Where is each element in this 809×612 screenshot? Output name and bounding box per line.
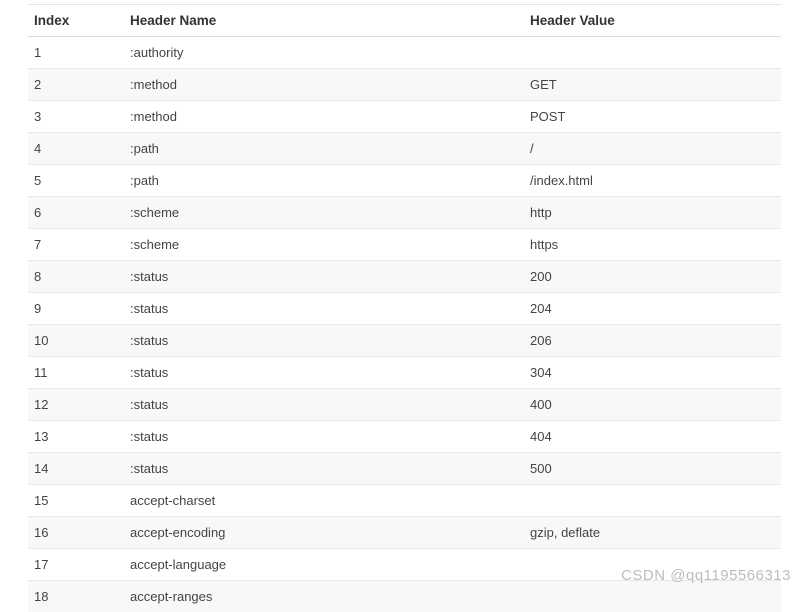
cell-index: 6 (28, 197, 124, 229)
table-row: 14:status500 (28, 453, 781, 485)
cell-index: 13 (28, 421, 124, 453)
table-row: 8:status200 (28, 261, 781, 293)
col-name: Header Name (124, 5, 524, 37)
col-value: Header Value (524, 5, 781, 37)
cell-index: 18 (28, 581, 124, 612)
table-body: 1:authority2:methodGET3:methodPOST4:path… (28, 37, 781, 612)
cell-header-value (524, 485, 781, 517)
cell-header-name: :path (124, 133, 524, 165)
table-row: 3:methodPOST (28, 101, 781, 133)
cell-header-name: :status (124, 325, 524, 357)
cell-index: 14 (28, 453, 124, 485)
table-row: 6:schemehttp (28, 197, 781, 229)
cell-header-value (524, 549, 781, 581)
cell-header-value: GET (524, 69, 781, 101)
cell-header-name: :status (124, 293, 524, 325)
table-row: 5:path/index.html (28, 165, 781, 197)
table-row: 17accept-language (28, 549, 781, 581)
header-table: Index Header Name Header Value 1:authori… (28, 4, 781, 612)
cell-header-value: 304 (524, 357, 781, 389)
cell-header-value: 404 (524, 421, 781, 453)
cell-index: 7 (28, 229, 124, 261)
table-row: 4:path/ (28, 133, 781, 165)
cell-index: 9 (28, 293, 124, 325)
table-row: 13:status404 (28, 421, 781, 453)
cell-header-value (524, 581, 781, 612)
cell-header-value: POST (524, 101, 781, 133)
table-row: 1:authority (28, 37, 781, 69)
cell-header-value: 400 (524, 389, 781, 421)
static-header-table: Index Header Name Header Value 1:authori… (0, 0, 809, 612)
cell-header-name: :scheme (124, 229, 524, 261)
table-row: 2:methodGET (28, 69, 781, 101)
table-row: 15accept-charset (28, 485, 781, 517)
cell-header-name: :method (124, 69, 524, 101)
cell-index: 12 (28, 389, 124, 421)
cell-header-name: :status (124, 389, 524, 421)
cell-header-name: :authority (124, 37, 524, 69)
cell-header-name: :status (124, 357, 524, 389)
cell-index: 5 (28, 165, 124, 197)
cell-header-value: gzip, deflate (524, 517, 781, 549)
table-row: 7:schemehttps (28, 229, 781, 261)
cell-header-name: accept-encoding (124, 517, 524, 549)
table-header-row: Index Header Name Header Value (28, 5, 781, 37)
cell-index: 4 (28, 133, 124, 165)
cell-header-value: 206 (524, 325, 781, 357)
table-row: 18accept-ranges (28, 581, 781, 612)
cell-header-name: :scheme (124, 197, 524, 229)
cell-index: 3 (28, 101, 124, 133)
cell-header-name: :method (124, 101, 524, 133)
cell-index: 8 (28, 261, 124, 293)
cell-header-value: 500 (524, 453, 781, 485)
cell-header-value: / (524, 133, 781, 165)
cell-header-name: accept-charset (124, 485, 524, 517)
cell-header-name: :status (124, 261, 524, 293)
cell-index: 2 (28, 69, 124, 101)
table-row: 12:status400 (28, 389, 781, 421)
col-index: Index (28, 5, 124, 37)
cell-header-value: 200 (524, 261, 781, 293)
cell-header-name: accept-ranges (124, 581, 524, 612)
table-row: 10:status206 (28, 325, 781, 357)
cell-header-value: 204 (524, 293, 781, 325)
cell-header-name: accept-language (124, 549, 524, 581)
cell-index: 16 (28, 517, 124, 549)
cell-header-value (524, 37, 781, 69)
cell-header-name: :status (124, 421, 524, 453)
cell-index: 10 (28, 325, 124, 357)
table-row: 16accept-encodinggzip, deflate (28, 517, 781, 549)
table-row: 9:status204 (28, 293, 781, 325)
cell-index: 15 (28, 485, 124, 517)
table-row: 11:status304 (28, 357, 781, 389)
cell-index: 1 (28, 37, 124, 69)
cell-header-name: :path (124, 165, 524, 197)
cell-header-value: https (524, 229, 781, 261)
cell-index: 11 (28, 357, 124, 389)
cell-header-value: /index.html (524, 165, 781, 197)
cell-header-name: :status (124, 453, 524, 485)
cell-index: 17 (28, 549, 124, 581)
cell-header-value: http (524, 197, 781, 229)
